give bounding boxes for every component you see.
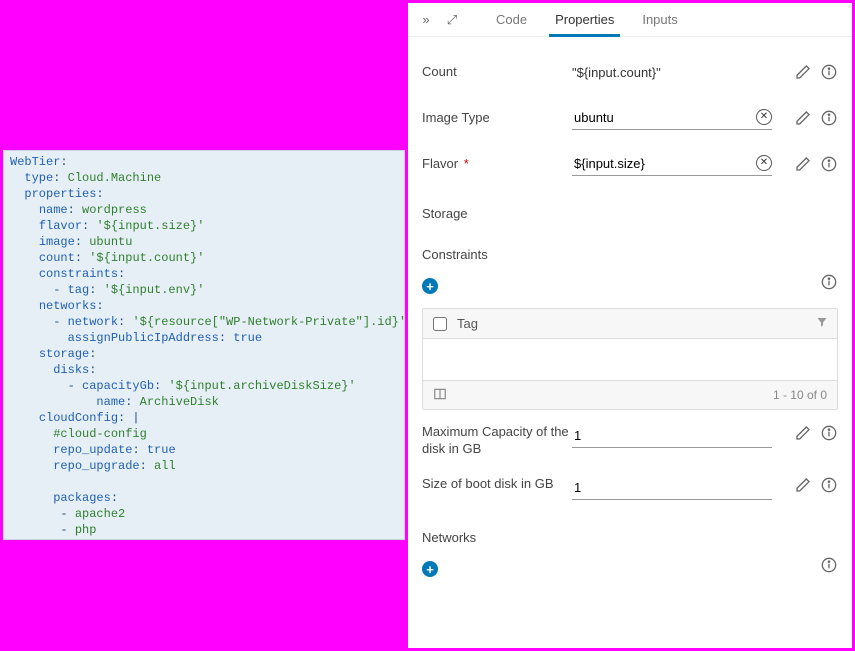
tab-code[interactable]: Code bbox=[482, 3, 541, 37]
count-label: Count bbox=[422, 64, 572, 81]
flavor-label: Flavor * bbox=[422, 156, 572, 173]
tag-column-header[interactable]: Tag bbox=[457, 316, 807, 331]
constraints-table-body bbox=[423, 339, 837, 381]
info-flavor-button[interactable] bbox=[820, 155, 838, 173]
edit-max-capacity-button[interactable] bbox=[794, 424, 812, 442]
edit-boot-disk-button[interactable] bbox=[794, 476, 812, 494]
add-constraint-button[interactable]: + bbox=[422, 278, 438, 294]
clear-flavor-button[interactable]: ✕ bbox=[756, 155, 772, 171]
info-networks-button[interactable] bbox=[820, 556, 838, 574]
storage-label: Storage bbox=[422, 206, 572, 223]
image-type-label: Image Type bbox=[422, 110, 572, 127]
select-all-checkbox[interactable] bbox=[433, 317, 447, 331]
properties-panel: » ⤢ Code Properties Inputs Count "${inpu… bbox=[408, 3, 852, 648]
edit-image-type-button[interactable] bbox=[794, 109, 812, 127]
constraints-label: Constraints bbox=[422, 247, 488, 262]
image-type-input[interactable] bbox=[572, 106, 772, 130]
tab-bar: Code Properties Inputs bbox=[482, 3, 692, 37]
tab-inputs[interactable]: Inputs bbox=[628, 3, 691, 37]
row-count: Count "${input.count}" bbox=[422, 49, 838, 95]
networks-label: Networks bbox=[422, 530, 838, 545]
info-constraints-button[interactable] bbox=[820, 273, 838, 291]
boot-disk-input[interactable] bbox=[572, 476, 772, 500]
info-image-type-button[interactable] bbox=[820, 109, 838, 127]
row-boot-disk: Size of boot disk in GB bbox=[422, 476, 838, 522]
clear-image-type-button[interactable]: ✕ bbox=[756, 109, 772, 125]
panel-header: » ⤢ Code Properties Inputs bbox=[408, 3, 852, 37]
row-storage: Storage bbox=[422, 187, 838, 233]
constraints-section: Constraints + Tag 1 - 10 of 0 bbox=[422, 239, 838, 410]
row-max-capacity: Maximum Capacity of the disk in GB bbox=[422, 424, 838, 470]
constraints-table-header: Tag bbox=[423, 309, 837, 339]
constraints-table-footer: 1 - 10 of 0 bbox=[423, 381, 837, 409]
flavor-input[interactable] bbox=[572, 152, 772, 176]
info-count-button[interactable] bbox=[820, 63, 838, 81]
collapse-icon[interactable]: » bbox=[416, 10, 436, 30]
boot-disk-label: Size of boot disk in GB bbox=[422, 476, 572, 493]
count-value: "${input.count}" bbox=[572, 65, 794, 80]
edit-flavor-button[interactable] bbox=[794, 155, 812, 173]
add-network-button[interactable]: + bbox=[422, 561, 438, 577]
networks-section: Networks + bbox=[422, 530, 838, 577]
filter-icon[interactable] bbox=[816, 316, 828, 331]
columns-icon[interactable] bbox=[433, 387, 447, 404]
expand-icon[interactable]: ⤢ bbox=[442, 10, 462, 30]
yaml-code-panel: WebTier: type: Cloud.Machine properties:… bbox=[3, 150, 405, 540]
max-capacity-input[interactable] bbox=[572, 424, 772, 448]
panel-body: Count "${input.count}" Image Type ✕ Flav… bbox=[408, 37, 852, 577]
info-boot-disk-button[interactable] bbox=[820, 476, 838, 494]
tab-properties[interactable]: Properties bbox=[541, 3, 628, 37]
edit-count-button[interactable] bbox=[794, 63, 812, 81]
info-max-capacity-button[interactable] bbox=[820, 424, 838, 442]
max-capacity-label: Maximum Capacity of the disk in GB bbox=[422, 424, 572, 458]
row-image-type: Image Type ✕ bbox=[422, 95, 838, 141]
row-flavor: Flavor * ✕ bbox=[422, 141, 838, 187]
constraints-table: Tag 1 - 10 of 0 bbox=[422, 308, 838, 410]
required-asterisk: * bbox=[460, 156, 469, 171]
paging-text: 1 - 10 of 0 bbox=[773, 388, 827, 402]
